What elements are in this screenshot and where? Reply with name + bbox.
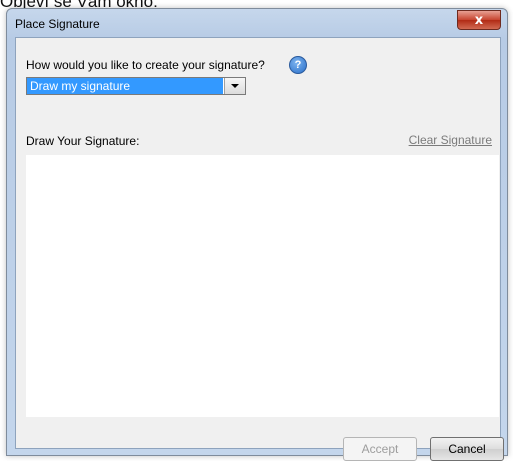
title-bar[interactable]: Place Signature x bbox=[7, 9, 507, 37]
help-icon[interactable]: ? bbox=[289, 56, 307, 74]
place-signature-dialog: Place Signature x How would you like to … bbox=[6, 8, 508, 461]
draw-signature-label: Draw Your Signature: bbox=[26, 134, 140, 148]
help-icon-glyph: ? bbox=[294, 59, 302, 71]
create-method-question: How would you like to create your signat… bbox=[26, 58, 265, 72]
signature-method-select[interactable]: Draw my signature bbox=[26, 77, 246, 95]
cancel-button[interactable]: Cancel bbox=[430, 437, 504, 461]
close-icon: x bbox=[474, 12, 484, 28]
signature-canvas[interactable] bbox=[26, 155, 499, 417]
signature-method-value: Draw my signature bbox=[27, 78, 223, 94]
accept-button[interactable]: Accept bbox=[343, 437, 417, 461]
close-button[interactable]: x bbox=[457, 10, 501, 30]
dialog-body: How would you like to create your signat… bbox=[15, 37, 504, 461]
clear-signature-link[interactable]: Clear Signature bbox=[409, 133, 492, 147]
chevron-down-icon[interactable] bbox=[224, 78, 245, 94]
dialog-title: Place Signature bbox=[15, 17, 100, 31]
